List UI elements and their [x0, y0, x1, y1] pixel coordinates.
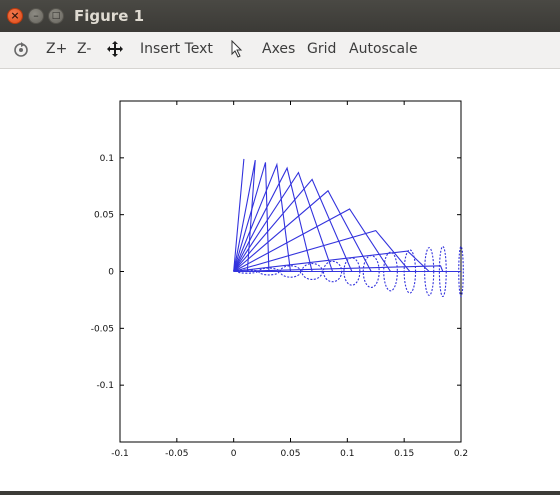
minimize-button[interactable]: – — [28, 8, 44, 24]
y-tick-label: 0.1 — [100, 154, 114, 164]
x-tick-label: -0.1 — [111, 449, 129, 459]
close-button[interactable]: × — [7, 8, 23, 24]
axes-button[interactable]: Axes — [262, 41, 295, 57]
y-tick-label: 0.05 — [94, 211, 114, 221]
x-tick-label: 0 — [231, 449, 237, 459]
figure-window: × – □ Figure 1 Z+ Z- Insert Text Axes Gr… — [0, 0, 560, 491]
y-tick-label: -0.1 — [96, 381, 114, 391]
chart-canvas[interactable]: -0.1 -0.05 0 0.05 0.1 0.15 0.2 0.1 0.05 0 -0.05 -0.… — [0, 69, 560, 491]
y-tick-label: 0 — [108, 268, 114, 278]
plot-area[interactable]: -0.1 -0.05 0 0.05 0.1 0.15 0.2 0.1 0.05 0 -0.05 -0.… — [0, 69, 560, 491]
y-tick-label: -0.05 — [91, 324, 114, 334]
series-line-10 — [233, 229, 411, 273]
series-line-5 — [233, 166, 313, 272]
autoscale-button[interactable]: Autoscale — [349, 41, 418, 57]
title-bar[interactable]: × – □ Figure 1 — [0, 0, 560, 32]
zoom-out-button[interactable]: Z- — [77, 41, 91, 57]
grid-button[interactable]: Grid — [307, 41, 336, 57]
pan-icon[interactable] — [106, 40, 124, 62]
insert-text-button[interactable]: Insert Text — [140, 41, 213, 57]
x-tick-label: 0.2 — [454, 449, 468, 459]
toolbar: Z+ Z- Insert Text Axes Grid Autoscale — [0, 32, 560, 69]
x-tick-label: 0.1 — [340, 449, 354, 459]
window-title: Figure 1 — [74, 7, 145, 25]
x-tick-label: -0.05 — [165, 449, 188, 459]
x-tick-label: 0.05 — [280, 449, 300, 459]
pointer-icon[interactable] — [230, 39, 244, 62]
series-line-12 — [233, 265, 444, 273]
zoom-in-button[interactable]: Z+ — [46, 41, 67, 57]
x-tick-label: 0.15 — [394, 449, 414, 459]
rotate-icon[interactable] — [12, 40, 30, 62]
maximize-button[interactable]: □ — [48, 8, 64, 24]
